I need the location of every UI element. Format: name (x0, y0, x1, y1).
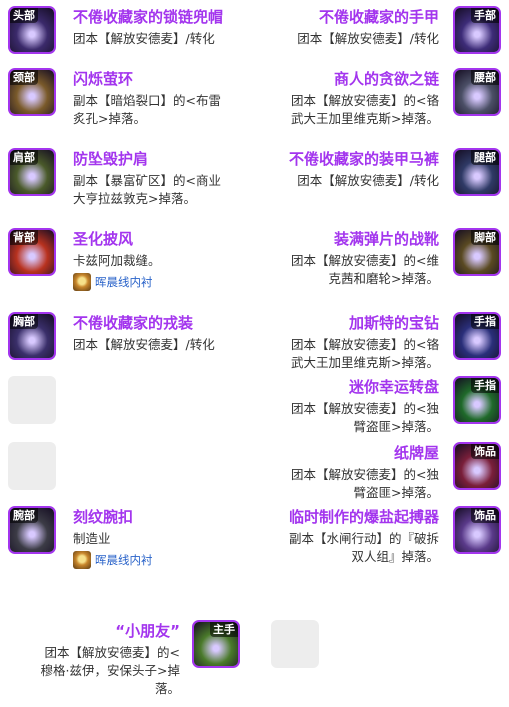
item-source-text: 副本【暴富矿区】的<商业 (73, 173, 221, 188)
empty-slot[interactable] (8, 442, 56, 490)
amulet-icon[interactable]: 颈部 (8, 68, 56, 116)
item-name-link[interactable]: 防坠毁护肩 (73, 150, 148, 168)
empty-slot[interactable] (271, 620, 319, 668)
slot-label: 背部 (10, 230, 38, 245)
item-source-text: 武大王加里维克斯>掉落。 (291, 355, 439, 370)
slot-label: 头部 (10, 8, 38, 23)
boots-icon[interactable]: 脚部 (453, 228, 501, 276)
item-name-link[interactable]: 不倦收藏家的手甲 (319, 8, 439, 26)
slot-label: 肩部 (10, 150, 38, 165)
slot-label: 脚部 (471, 230, 499, 245)
item-source-text: 团本【解放安德麦】/转化 (297, 31, 439, 46)
gadget-icon[interactable]: 饰品 (453, 506, 501, 554)
item-source-text: 团本【解放安德麦】的<铬 (291, 337, 439, 352)
item-source-text: 穆格·兹伊，安保头子>掉 (40, 663, 180, 678)
item-source-text: 副本【暗焰裂口】的<布雷 (73, 93, 221, 108)
slot-label: 腿部 (471, 150, 499, 165)
item-source-text: 双人组』掉落。 (351, 549, 439, 564)
item-name-link[interactable]: 纸牌屋 (394, 444, 439, 462)
item-name-link[interactable]: 装满弹片的战靴 (334, 230, 439, 248)
item-name-link[interactable]: 临时制作的爆盐起搏器 (289, 508, 439, 526)
shoulder-icon[interactable]: 肩部 (8, 148, 56, 196)
cards-icon[interactable]: 饰品 (453, 442, 501, 490)
item-source-text: 落。 (154, 681, 180, 696)
item-source-text: 臂盗匪>掉落。 (353, 485, 439, 500)
item-source-text: 武大王加里维克斯>掉落。 (291, 111, 439, 126)
item-source-text: 团本【解放安德麦】的<独 (291, 401, 439, 416)
item-name-link[interactable]: 不倦收藏家的戎装 (73, 314, 193, 332)
item-name-link[interactable]: “小朋友” (115, 622, 180, 640)
item-source-text: 副本【水闸行动】的『破拆 (288, 531, 439, 546)
item-source-text: 卡兹阿加裁缝。 (73, 253, 161, 268)
item-source-text: 大亨拉兹敦克>掉落。 (73, 191, 196, 206)
item-source-text: 炙孔>掉落。 (73, 111, 146, 126)
enchant-label: 晖晨线内衬 (95, 275, 153, 289)
item-source-text: 团本【解放安德麦】/转化 (73, 337, 215, 352)
item-source-text: 臂盗匪>掉落。 (353, 419, 439, 434)
item-source-text: 团本【解放安德麦】的< (44, 645, 180, 660)
slot-label: 手指 (471, 378, 499, 393)
slot-label: 颈部 (10, 70, 38, 85)
hood-icon[interactable]: 头部 (8, 6, 56, 54)
item-name-link[interactable]: 不倦收藏家的装甲马裤 (289, 150, 439, 168)
gauntlet-icon[interactable]: 手部 (453, 6, 501, 54)
item-source-text: 克茜和磨轮>掉落。 (328, 271, 439, 286)
chest-icon[interactable]: 胸部 (8, 312, 56, 360)
ring-icon[interactable]: 手指 (453, 312, 501, 360)
empty-slot[interactable] (8, 376, 56, 424)
weapon-icon[interactable]: 主手 (192, 620, 240, 668)
item-name-link[interactable]: 刻纹腕扣 (73, 508, 133, 526)
item-source-text: 团本【解放安德麦】/转化 (73, 31, 215, 46)
slot-label: 腕部 (10, 508, 38, 523)
enchant-label: 晖晨线内衬 (95, 553, 153, 567)
slot-label: 腰部 (471, 70, 499, 85)
bracer-icon[interactable]: 腕部 (8, 506, 56, 554)
slot-label: 胸部 (10, 314, 38, 329)
item-source-text: 团本【解放安德麦】的<维 (291, 253, 439, 268)
item-name-link[interactable]: 圣化披风 (73, 230, 133, 248)
item-name-link[interactable]: 加斯特的宝钻 (349, 314, 439, 332)
enchant-icon (73, 551, 91, 569)
slot-label: 手部 (471, 8, 499, 23)
item-name-link[interactable]: 闪烁萤环 (73, 70, 133, 88)
cloak-icon[interactable]: 背部 (8, 228, 56, 276)
wheel-icon[interactable]: 手指 (453, 376, 501, 424)
item-name-link[interactable]: 商人的贪欲之链 (334, 70, 439, 88)
item-source-text: 团本【解放安德麦】的<独 (291, 467, 439, 482)
item-name-link[interactable]: 不倦收藏家的锁链兜帽 (73, 8, 223, 26)
item-name-link[interactable]: 迷你幸运转盘 (349, 378, 439, 396)
enchant-badge[interactable]: 晖晨线内衬 (73, 273, 153, 291)
item-source-text: 团本【解放安德麦】的<铬 (291, 93, 439, 108)
enchant-badge[interactable]: 晖晨线内衬 (73, 551, 153, 569)
slot-label: 主手 (210, 622, 238, 637)
belt-icon[interactable]: 腰部 (453, 68, 501, 116)
legs-icon[interactable]: 腿部 (453, 148, 501, 196)
item-source-text: 制造业 (73, 531, 111, 546)
slot-label: 饰品 (471, 508, 499, 523)
enchant-icon (73, 273, 91, 291)
item-source-text: 团本【解放安德麦】/转化 (297, 173, 439, 188)
slot-label: 手指 (471, 314, 499, 329)
slot-label: 饰品 (471, 444, 499, 459)
